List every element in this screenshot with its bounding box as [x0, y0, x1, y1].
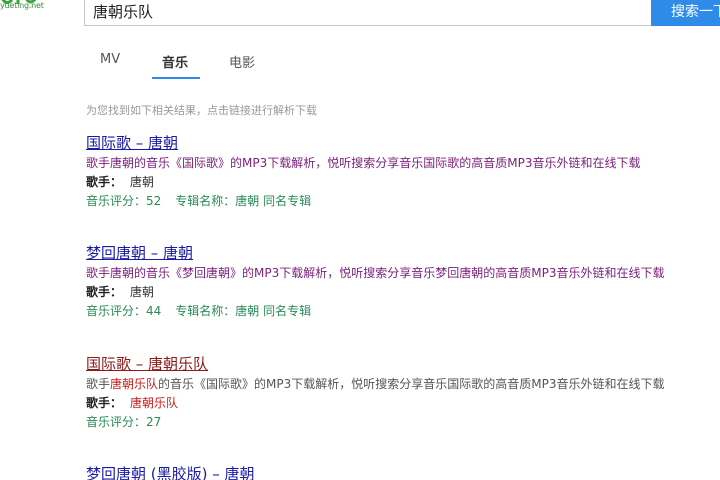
result-singer: 歌手： 唐朝	[86, 283, 716, 301]
result-item: 国际歌 – 唐朝乐队 歌手唐朝乐队的音乐《国际歌》的MP3下载解析，悦听搜索分享…	[86, 354, 716, 431]
result-album: 专辑名称：唐朝 同名专辑	[175, 304, 312, 318]
result-rating: 音乐评分：52	[86, 194, 162, 208]
singer-label: 歌手：	[86, 175, 123, 189]
search-button[interactable]: 搜索一下	[651, 0, 720, 26]
result-description: 歌手唐朝的音乐《梦回唐朝》的MP3下载解析，悦听搜索分享音乐梦回唐朝的高音质MP…	[86, 266, 665, 280]
singer-name: 唐朝	[130, 285, 155, 299]
description-highlight: 唐朝乐队	[110, 377, 159, 391]
search-input[interactable]	[85, 0, 652, 25]
result-title-link[interactable]: 国际歌 – 唐朝乐队	[86, 354, 716, 374]
result-description: 歌手唐朝乐队的音乐《国际歌》的MP3下载解析，悦听搜索分享音乐国际歌的高音质MP…	[86, 375, 716, 393]
result-item: 国际歌 – 唐朝 歌手唐朝的音乐《国际歌》的MP3下载解析，悦听搜索分享音乐国际…	[86, 133, 716, 210]
result-rating: 音乐评分：27	[86, 415, 162, 429]
singer-name: 唐朝乐队	[130, 396, 179, 410]
active-tab-indicator	[152, 77, 200, 79]
singer-name: 唐朝	[130, 175, 155, 189]
result-meta: 音乐评分：52 专辑名称：唐朝 同名专辑	[86, 192, 716, 210]
result-description: 歌手唐朝的音乐《国际歌》的MP3下载解析，悦听搜索分享音乐国际歌的高音质MP3音…	[86, 156, 641, 170]
site-logo[interactable]: yueting.net	[0, 0, 44, 22]
description-suffix: 的音乐《国际歌》的MP3下载解析，悦听搜索分享音乐国际歌的高音质MP3音乐外链和…	[158, 377, 665, 391]
logo-text: yueting.net	[0, 1, 44, 10]
result-title-link[interactable]: 梦回唐朝 – 唐朝	[86, 243, 716, 263]
result-item: 梦回唐朝 – 唐朝 歌手唐朝的音乐《梦回唐朝》的MP3下载解析，悦听搜索分享音乐…	[86, 243, 716, 320]
tab-music[interactable]: 音乐	[162, 52, 188, 71]
results-hint: 为您找到如下相关结果，点击链接进行解析下载	[86, 104, 317, 117]
result-singer: 歌手： 唐朝乐队	[86, 394, 716, 412]
result-rating: 音乐评分：44	[86, 304, 162, 318]
result-title-link[interactable]: 梦回唐朝 (黑胶版) – 唐朝	[86, 464, 716, 480]
result-meta: 音乐评分：44 专辑名称：唐朝 同名专辑	[86, 302, 716, 320]
singer-label: 歌手：	[86, 396, 123, 410]
singer-label: 歌手：	[86, 285, 123, 299]
result-album: 专辑名称：唐朝 同名专辑	[175, 194, 312, 208]
search-box	[84, 0, 652, 26]
result-item: 梦回唐朝 (黑胶版) – 唐朝	[86, 464, 716, 480]
result-title-link[interactable]: 国际歌 – 唐朝	[86, 133, 716, 153]
result-meta: 音乐评分：27	[86, 413, 716, 431]
result-singer: 歌手： 唐朝	[86, 173, 716, 191]
description-prefix: 歌手	[86, 377, 111, 391]
tab-mv[interactable]: MV	[100, 52, 120, 67]
tab-movie[interactable]: 电影	[229, 52, 255, 71]
